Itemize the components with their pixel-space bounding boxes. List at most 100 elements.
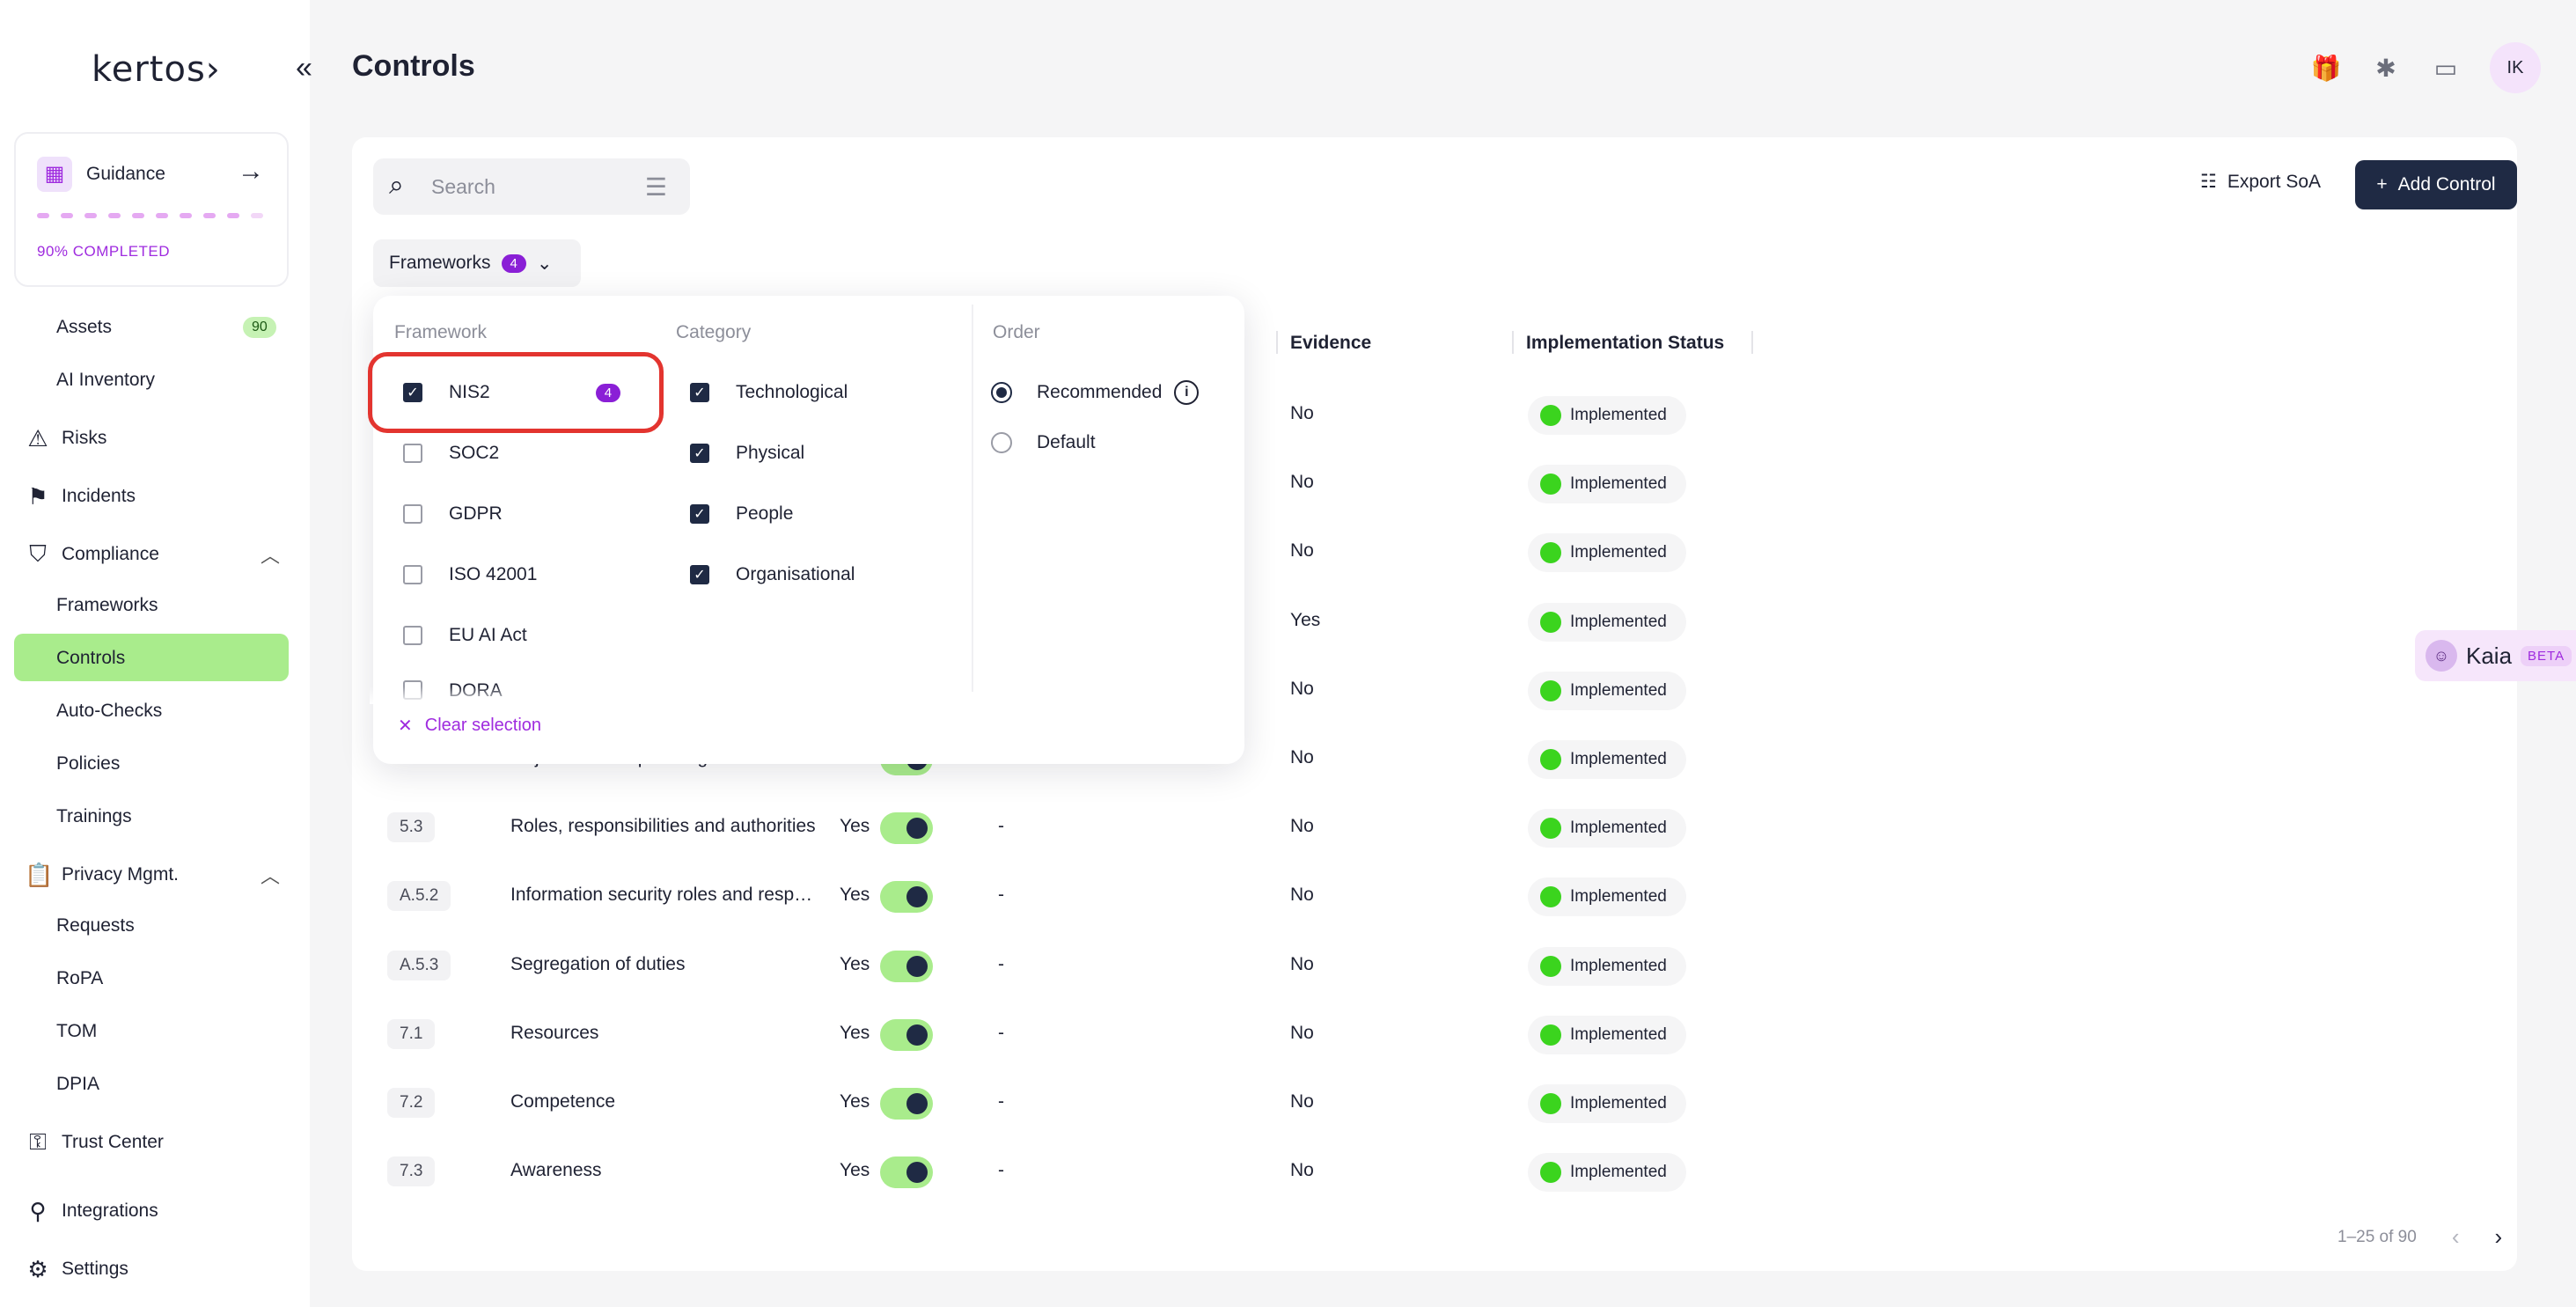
kaia-assistant-button[interactable]: ☺ Kaia BETA [2415, 630, 2576, 681]
table-row[interactable]: 7.1 Resources Yes - No Implemented [373, 1002, 1781, 1070]
status-badge[interactable]: Implemented [1528, 1084, 1686, 1123]
applicable-toggle[interactable] [880, 881, 933, 914]
category-option[interactable]: ✓ Technological [690, 371, 848, 414]
control-code: 7.1 [387, 1018, 436, 1049]
status-badge[interactable]: Implemented [1528, 1015, 1686, 1054]
chat-icon[interactable]: ▭ [2430, 54, 2462, 83]
gift-icon[interactable]: 🎁 [2310, 54, 2342, 83]
order-option[interactable]: Default [991, 422, 1096, 464]
avatar[interactable]: IK [2490, 42, 2541, 93]
export-soa-button[interactable]: ☷ Export SoA [2200, 171, 2321, 193]
sidebar-item-trainings[interactable]: Trainings [0, 794, 310, 840]
order-option[interactable]: Recommended i [991, 371, 1200, 414]
checkbox[interactable] [403, 565, 422, 584]
status-badge[interactable]: Implemented [1528, 1153, 1686, 1193]
sidebar: kertos› « ▦ Guidance → 90% COMPLETED Ass… [0, 0, 312, 1307]
applicable-toggle[interactable] [880, 1088, 933, 1120]
applicable-toggle[interactable] [880, 1018, 933, 1051]
gear-icon: ⚙ [27, 1255, 48, 1282]
status-badge[interactable]: Implemented [1528, 465, 1686, 504]
status-badge[interactable]: Implemented [1528, 946, 1686, 986]
sidebar-item-tom[interactable]: TOM [0, 1009, 310, 1054]
table-row[interactable]: 7.3 Awareness Yes - No Implemented [373, 1139, 1781, 1208]
status-badge[interactable]: Implemented [1528, 396, 1686, 435]
sidebar-item-compliance[interactable]: ⛉ Compliance ︿ [0, 532, 310, 577]
sidebar-item-ropa[interactable]: RoPA [0, 956, 310, 1002]
toggle-knob [906, 1093, 928, 1114]
top-bar-actions: 🎁 ✱ ▭ IK [2310, 42, 2541, 93]
status-badge[interactable]: Implemented [1528, 877, 1686, 917]
sidebar-item-label: Incidents [62, 486, 136, 506]
sidebar-item-risks[interactable]: ⚠ Risks [0, 415, 310, 461]
sidebar-item-ai-inventory[interactable]: AI Inventory [0, 357, 310, 403]
sidebar-item-assets[interactable]: Assets 90 [0, 305, 310, 350]
sidebar-item-controls[interactable]: Controls [0, 635, 310, 681]
checkbox[interactable]: ✓ [690, 383, 709, 402]
status-badge[interactable]: Implemented [1528, 740, 1686, 779]
status-badge[interactable]: Implemented [1528, 602, 1686, 642]
applicable-toggle[interactable] [880, 1156, 933, 1189]
checkbox[interactable]: ✓ [690, 444, 709, 463]
checkbox[interactable] [403, 626, 422, 645]
sidebar-item-integrations[interactable]: ⚲ Integrations [0, 1188, 310, 1234]
evidence-value: No [1290, 1091, 1314, 1112]
column-header-implementation-status[interactable]: Implementation Status [1526, 333, 1724, 354]
sidebar-item-requests[interactable]: Requests [0, 903, 310, 949]
collapse-sidebar-icon[interactable]: « [296, 53, 312, 83]
sidebar-item-frameworks[interactable]: Frameworks [0, 583, 310, 628]
radio-button[interactable] [991, 382, 1012, 403]
table-row[interactable]: 7.2 Competence Yes - No Implemented [373, 1070, 1781, 1139]
sidebar-item-auto-checks[interactable]: Auto-Checks [0, 688, 310, 734]
category-option[interactable]: ✓ People [690, 493, 793, 535]
search-input[interactable] [431, 173, 607, 201]
frameworks-filter-button[interactable]: Frameworks 4 ⌄ [373, 239, 581, 287]
info-icon[interactable]: i [1174, 380, 1200, 405]
table-row[interactable]: A.5.2 Information security roles and resp… [373, 863, 1781, 932]
category-option[interactable]: ✓ Physical [690, 432, 804, 474]
status-dot [1540, 749, 1561, 770]
checkbox[interactable]: ✓ [690, 504, 709, 524]
next-page-icon[interactable]: › [2494, 1223, 2502, 1251]
applicable-label: Yes [840, 1160, 870, 1181]
arrow-right-icon[interactable]: → [238, 157, 264, 187]
sidebar-item-dpia[interactable]: DPIA [0, 1061, 310, 1107]
framework-option[interactable]: ISO 42001 [403, 554, 537, 596]
sidebar-item-settings[interactable]: ⚙ Settings [0, 1246, 310, 1292]
status-badge[interactable]: Implemented [1528, 671, 1686, 710]
table-row[interactable]: 5.3 Roles, responsibilities and authoriti… [373, 795, 1781, 863]
filter-icon[interactable]: ☰ [645, 173, 667, 202]
checkbox[interactable]: ✓ [690, 565, 709, 584]
sidebar-item-label: Controls [56, 648, 126, 668]
sidebar-item-privacy-mgmt[interactable]: 📋 Privacy Mgmt. ︿ [0, 852, 310, 898]
status-badge[interactable]: Implemented [1528, 809, 1686, 848]
applicable-toggle[interactable] [880, 812, 933, 845]
add-control-button[interactable]: + Add Control [2355, 160, 2517, 209]
owner-value: - [998, 1022, 1004, 1043]
category-option[interactable]: ✓ Organisational [690, 554, 855, 596]
previous-page-icon[interactable]: ‹ [2452, 1223, 2460, 1251]
owner-value: - [998, 885, 1004, 906]
map-icon: ▦ [37, 157, 72, 192]
framework-option[interactable]: GDPR [403, 493, 503, 535]
export-soa-label: Export SoA [2227, 171, 2322, 192]
checkbox[interactable] [403, 504, 422, 524]
framework-option[interactable]: EU AI Act [403, 614, 527, 657]
column-header-evidence[interactable]: Evidence [1290, 333, 1371, 354]
guidance-card[interactable]: ▦ Guidance → 90% COMPLETED [14, 132, 289, 287]
table-row[interactable]: A.5.3 Segregation of duties Yes - No Implemen… [373, 933, 1781, 1002]
checkbox[interactable] [403, 444, 422, 463]
status-badge[interactable]: Implemented [1528, 533, 1686, 573]
sidebar-item-incidents[interactable]: ⚑ Incidents [0, 474, 310, 519]
clear-selection-button[interactable]: ✕ Clear selection [398, 715, 541, 737]
bug-icon[interactable]: ✱ [2370, 54, 2402, 83]
applicable-toggle[interactable] [880, 950, 933, 982]
chevron-up-icon[interactable]: ︿ [261, 540, 280, 569]
sidebar-item-trust-center[interactable]: ⚿ Trust Center [0, 1120, 310, 1165]
sidebar-item-label: Risks [62, 428, 107, 448]
framework-option[interactable]: SOC2 [403, 432, 499, 474]
chevron-up-icon[interactable]: ︿ [261, 861, 280, 889]
sidebar-item-policies[interactable]: Policies [0, 741, 310, 787]
shield-check-icon: ⛉ [29, 540, 47, 567]
radio-button[interactable] [991, 432, 1012, 453]
kertos-logo[interactable]: kertos› [92, 49, 221, 90]
